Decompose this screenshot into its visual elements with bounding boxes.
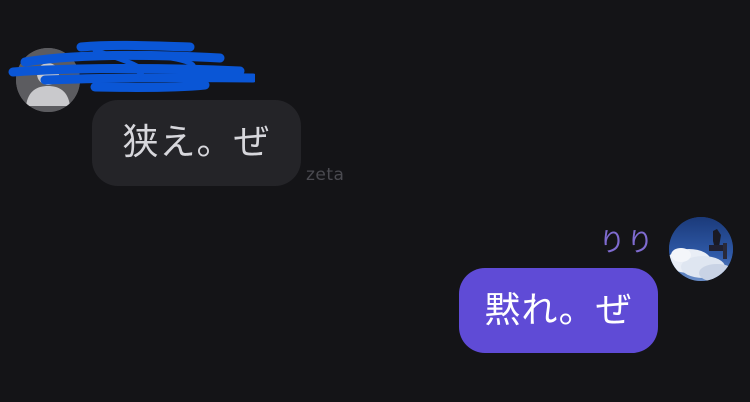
- sender-name: りり: [598, 228, 655, 258]
- profile-photo-avatar[interactable]: [669, 217, 733, 281]
- incoming-message-bubble[interactable]: 狭え。ぜ: [92, 100, 301, 186]
- redaction-scribble: [8, 40, 255, 92]
- outgoing-message-bubble[interactable]: 黙れ。ぜ: [459, 268, 658, 353]
- app-watermark: zeta: [306, 165, 345, 185]
- chat-view: 狭え。ぜ zeta りり 黙れ。ぜ: [0, 0, 750, 402]
